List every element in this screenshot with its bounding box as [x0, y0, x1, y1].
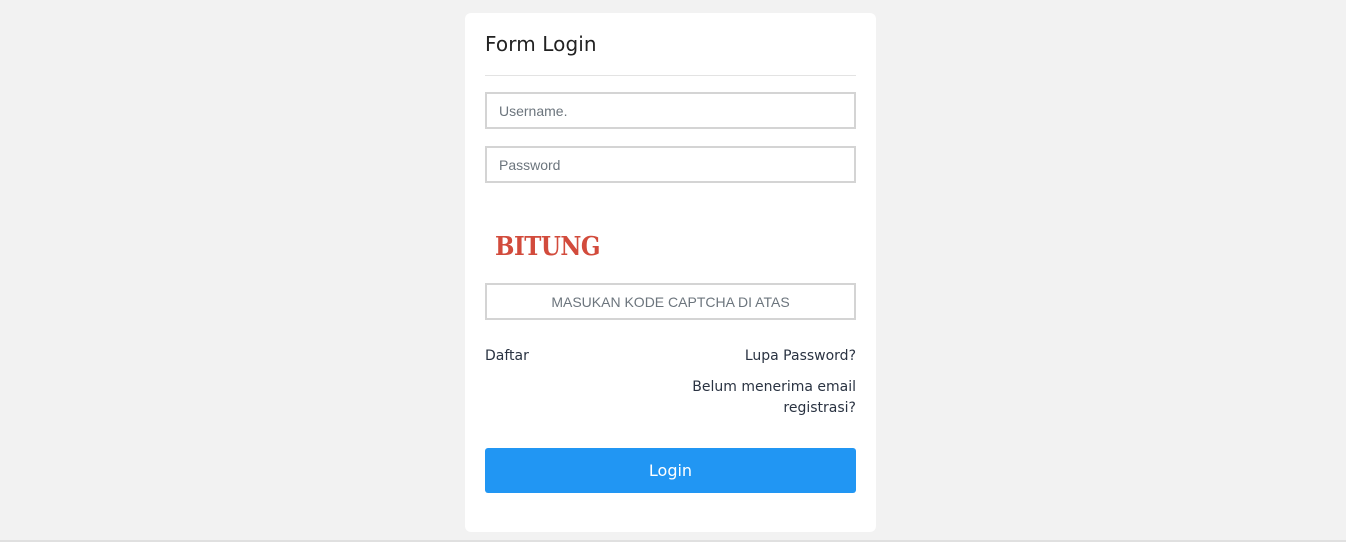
captcha-image: BITUNG [495, 231, 601, 263]
captcha-input[interactable] [485, 283, 856, 320]
resend-registration-email-link[interactable]: Belum menerima email registrasi? [676, 377, 856, 419]
form-title: Form Login [485, 32, 597, 56]
forgot-password-link[interactable]: Lupa Password? [745, 348, 856, 364]
login-button[interactable]: Login [485, 448, 856, 493]
title-divider [485, 75, 856, 76]
password-input[interactable] [485, 146, 856, 183]
login-card: Form Login BITUNG Daftar Lupa Password? … [465, 13, 876, 532]
page: Form Login BITUNG Daftar Lupa Password? … [0, 0, 1346, 542]
username-input[interactable] [485, 92, 856, 129]
register-link[interactable]: Daftar [485, 348, 529, 364]
